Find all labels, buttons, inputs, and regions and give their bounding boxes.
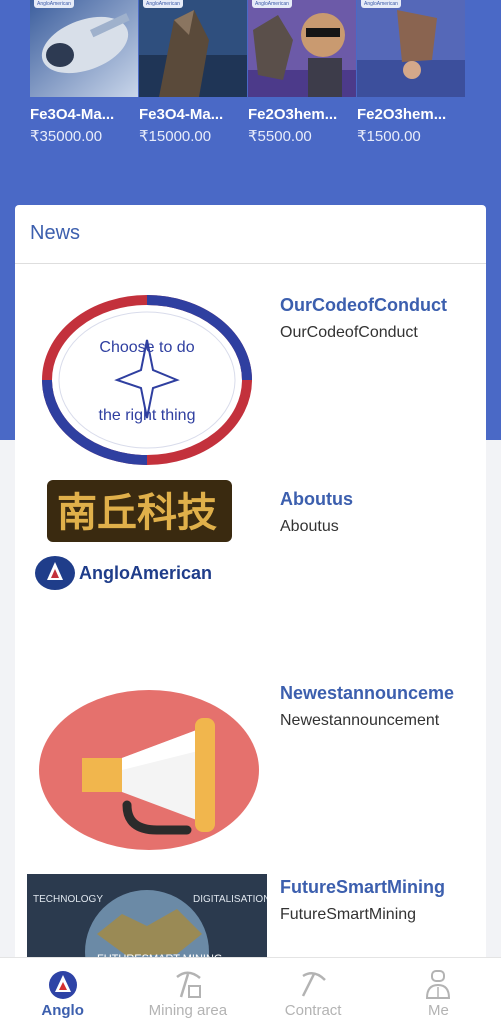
brand-tag: AngloAmerican <box>361 0 401 8</box>
news-item-title[interactable]: Newestannounceme <box>280 683 480 704</box>
product-price: ₹5500.00 <box>248 128 312 145</box>
news-item-title[interactable]: OurCodeofConduct <box>280 295 480 316</box>
image-text: the right thing <box>99 407 196 424</box>
product-price: ₹35000.00 <box>30 128 103 145</box>
product-carousel[interactable]: AngloAmerican Fe3O4-Ma... ₹35000.00 Angl… <box>30 0 470 160</box>
news-item-about-us[interactable]: 南丘科技 AngloAmerican Aboutus Aboutus <box>15 480 486 670</box>
tab-me[interactable]: Me <box>376 958 501 1025</box>
product-price: ₹15000.00 <box>139 128 212 145</box>
user-icon <box>426 970 451 999</box>
product-image[interactable]: AngloAmerican <box>139 0 247 97</box>
product-name: Fe3O4-Ma... <box>30 106 115 123</box>
news-item-title[interactable]: Aboutus <box>280 489 480 510</box>
tab-contract[interactable]: Contract <box>251 958 376 1025</box>
code-of-conduct-image[interactable]: Choose to do the right thing <box>27 290 267 465</box>
tab-label: Me <box>427 1002 449 1019</box>
tab-mining-area[interactable]: Mining area <box>125 958 250 1025</box>
news-item-description: OurCodeofConduct <box>280 324 418 341</box>
product-card[interactable]: AngloAmerican Fe3O4-Ma... ₹15000.00 <box>139 0 248 160</box>
tab-label: Anglo <box>41 1002 84 1019</box>
pickaxe-icon <box>176 971 201 998</box>
product-image[interactable]: AngloAmerican <box>248 0 356 97</box>
image-text: TECHNOLOGY <box>33 894 103 905</box>
product-card[interactable]: AngloAmerican Fe3O4-Ma... ₹35000.00 <box>30 0 139 160</box>
image-text: AngloAmerican <box>79 563 212 583</box>
news-item-description: Aboutus <box>280 518 339 535</box>
news-card: News Choose to do the right thing OurCod… <box>15 205 486 965</box>
megaphone-icon[interactable] <box>27 680 267 855</box>
news-item-description: FutureSmartMining <box>280 906 417 923</box>
news-item-code-of-conduct[interactable]: Choose to do the right thing OurCodeofCo… <box>15 285 486 475</box>
tab-anglo[interactable]: Anglo <box>0 958 125 1025</box>
tab-label: Mining area <box>148 1002 228 1019</box>
news-section-title: News <box>30 222 81 244</box>
news-item-future-smart-mining[interactable]: TECHNOLOGY DIGITALISATION FUTURESMART MI… <box>15 870 486 965</box>
brand-tag: AngloAmerican <box>143 0 183 8</box>
about-us-image[interactable]: 南丘科技 AngloAmerican <box>27 480 267 655</box>
product-name: Fe2O3hem... <box>357 106 447 123</box>
news-item-title[interactable]: FutureSmartMining <box>280 877 480 898</box>
tab-label: Contract <box>284 1002 342 1019</box>
product-image[interactable]: AngloAmerican <box>30 0 138 97</box>
product-name: Fe2O3hem... <box>248 106 338 123</box>
bottom-tab-bar: Anglo Mining area Contract Me <box>0 957 501 1025</box>
news-item-announcement[interactable]: Newestannounceme Newestannouncement <box>15 675 486 865</box>
anglo-logo-icon <box>48 971 77 999</box>
brand-tag: AngloAmerican <box>34 0 74 8</box>
product-card[interactable]: AngloAmerican Fe2O3hem... ₹5500.00 <box>248 0 357 160</box>
product-price: ₹1500.00 <box>357 128 421 145</box>
future-smart-mining-image[interactable]: TECHNOLOGY DIGITALISATION FUTURESMART MI… <box>27 874 270 965</box>
pickaxe-icon <box>302 972 327 997</box>
product-card[interactable]: AngloAmerican Fe2O3hem... ₹1500.00 <box>357 0 466 160</box>
divider <box>15 263 486 264</box>
image-text: Choose to do <box>99 339 194 356</box>
product-image[interactable]: AngloAmerican <box>357 0 465 97</box>
image-text: 南丘科技 <box>57 490 217 536</box>
news-item-description: Newestannouncement <box>280 712 440 729</box>
brand-tag: AngloAmerican <box>252 0 292 8</box>
image-text: DIGITALISATION <box>193 894 267 905</box>
product-name: Fe3O4-Ma... <box>139 106 224 123</box>
